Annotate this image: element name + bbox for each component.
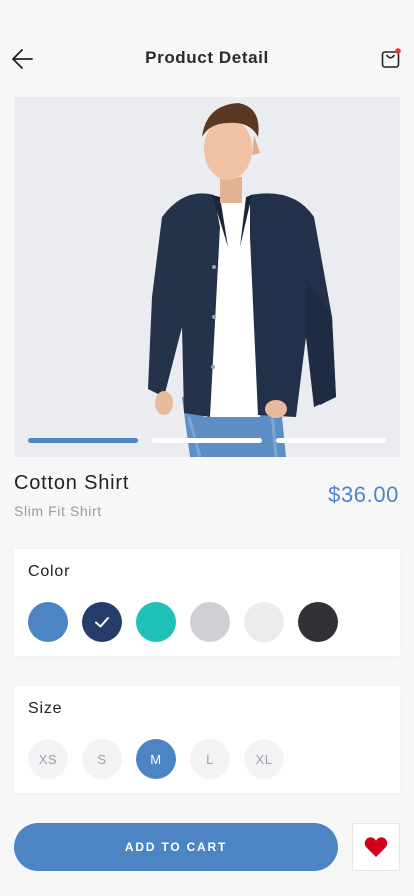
add-to-cart-button[interactable]: ADD TO CART [14, 823, 338, 871]
size-option-l[interactable]: L [190, 739, 230, 779]
color-label: Color [28, 563, 71, 580]
product-photo [148, 103, 336, 457]
size-option-xs[interactable]: XS [28, 739, 68, 779]
shopping-bag-icon [381, 48, 401, 68]
color-swatch-charcoal[interactable] [298, 602, 338, 642]
product-image-gallery[interactable] [14, 97, 400, 457]
product-price: $36.00 [328, 482, 399, 507]
color-swatch-navy[interactable] [82, 602, 122, 642]
color-swatch-light-gray[interactable] [244, 602, 284, 642]
product-name: Cotton Shirt [14, 472, 130, 494]
color-swatch-teal[interactable] [136, 602, 176, 642]
color-swatch-gray[interactable] [190, 602, 230, 642]
product-detail-screen: Product Detail Cotton Shirt Slim Fit Shi… [0, 0, 414, 896]
cart-button[interactable] [380, 46, 402, 70]
favorite-button[interactable] [352, 823, 400, 871]
carousel-dot-2[interactable] [152, 438, 262, 443]
cart-badge [395, 48, 401, 54]
size-label: Size [28, 700, 63, 717]
size-option-xl[interactable]: XL [244, 739, 284, 779]
size-selector-card: Size XS S M L XL [14, 686, 400, 793]
size-option-m[interactable]: M [136, 739, 176, 779]
color-swatch-blue[interactable] [28, 602, 68, 642]
carousel-dot-3[interactable] [276, 438, 386, 443]
size-option-s[interactable]: S [82, 739, 122, 779]
carousel-dot-1[interactable] [28, 438, 138, 443]
heart-icon [364, 837, 388, 857]
check-icon [95, 617, 109, 628]
color-selector-card: Color [14, 549, 400, 656]
product-subtitle: Slim Fit Shirt [14, 503, 102, 519]
page-title: Product Detail [145, 48, 269, 67]
carousel-indicators [28, 438, 386, 443]
